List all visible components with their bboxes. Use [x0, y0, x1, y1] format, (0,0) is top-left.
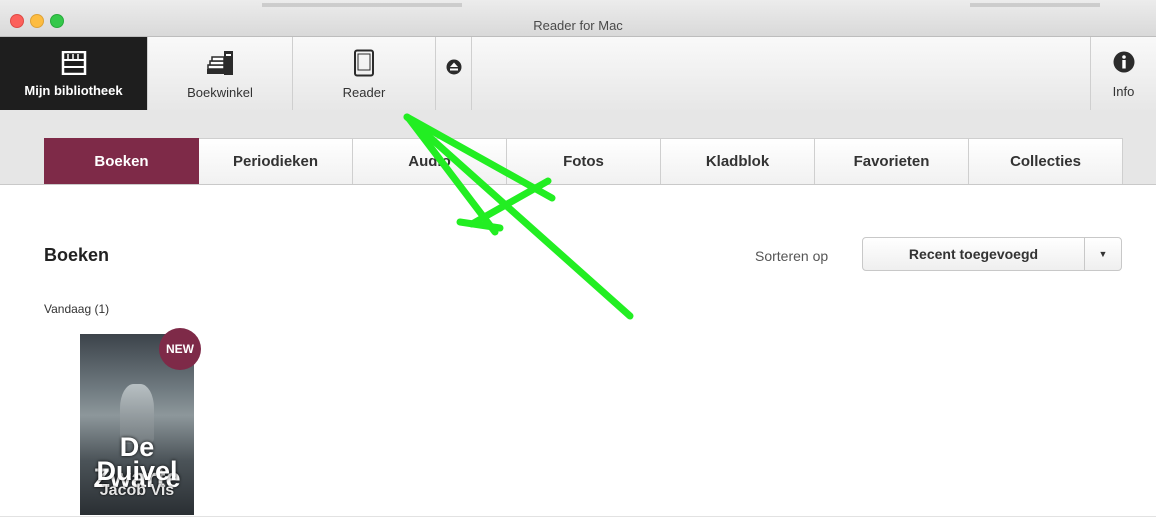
group-label: Vandaag (1): [44, 302, 110, 316]
eject-button[interactable]: [436, 37, 472, 110]
tab-band: Boeken Periodieken Audio Fotos Kladblok …: [0, 110, 1156, 185]
tab-favorieten[interactable]: Favorieten: [815, 138, 969, 184]
tab-audio[interactable]: Audio: [353, 138, 507, 184]
tab-collecties[interactable]: Collecties: [969, 138, 1123, 184]
tab-fotos[interactable]: Fotos: [507, 138, 661, 184]
window-title: Reader for Mac: [533, 18, 623, 33]
background-window-text: [970, 3, 1100, 7]
category-tabs: Boeken Periodieken Audio Fotos Kladblok …: [44, 138, 1123, 184]
bookshelf-icon: [61, 49, 87, 77]
store-button[interactable]: Boekwinkel: [148, 37, 293, 110]
tab-kladblok[interactable]: Kladblok: [661, 138, 815, 184]
toolbar: Mijn bibliotheek Boekwinkel Reader Info: [0, 37, 1156, 111]
reader-button[interactable]: Reader: [293, 37, 436, 110]
reader-label: Reader: [342, 85, 386, 100]
sort-label: Sorteren op: [755, 248, 829, 264]
section-title: Boeken: [44, 245, 110, 265]
divider: [0, 516, 1156, 517]
sort-select[interactable]: Recent toegevoegd ▼: [862, 237, 1122, 271]
info-label: Info: [1112, 84, 1135, 99]
cover-author: Jacob Vis: [99, 482, 175, 499]
tab-boeken[interactable]: Boeken: [44, 138, 199, 184]
tablet-icon: [353, 49, 375, 77]
background-window-text: [262, 3, 462, 7]
main-content: Boeken Sorteren op Recent toegevoegd ▼ V…: [0, 185, 1156, 521]
info-button[interactable]: Info: [1090, 37, 1156, 110]
title-bar: Reader for Mac: [0, 0, 1156, 37]
sort-value: Recent toegevoegd: [863, 238, 1085, 270]
info-icon: [1113, 51, 1135, 78]
tab-periodieken[interactable]: Periodieken: [199, 138, 353, 184]
chevron-down-icon: ▼: [1098, 249, 1108, 259]
store-label: Boekwinkel: [187, 85, 253, 100]
books-stack-icon: [204, 49, 236, 77]
library-label: Mijn bibliotheek: [24, 83, 123, 98]
eject-icon: [446, 59, 462, 110]
library-button[interactable]: Mijn bibliotheek: [0, 37, 148, 110]
new-badge: NEW: [159, 328, 201, 370]
